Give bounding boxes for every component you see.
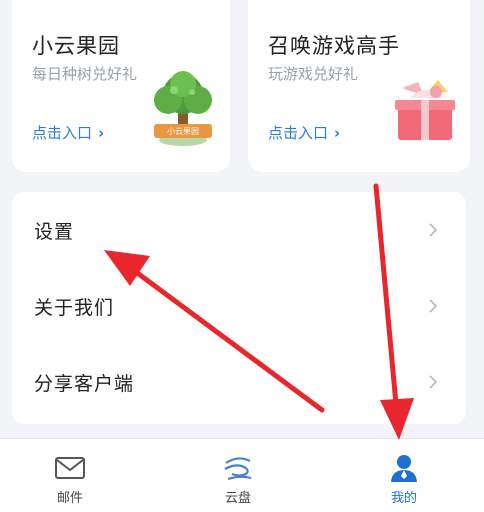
promo-link-label: 点击入口: [268, 124, 329, 142]
cloud-icon: [224, 457, 252, 481]
settings-item-label: 分享客户端: [34, 372, 135, 395]
nav-label: 邮件: [56, 491, 83, 506]
settings-item-settings[interactable]: 设置: [12, 192, 466, 268]
promo-card-orchard[interactable]: 小云果园 每日种树兑好礼 点击入口 › 小云果园: [12, 0, 230, 172]
settings-item-share[interactable]: 分享客户端: [12, 344, 466, 420]
nav-label: 我的: [390, 491, 417, 506]
promo-description: 玩游戏兑好礼: [268, 65, 359, 83]
chevron-right-icon: [429, 223, 438, 237]
settings-item-about[interactable]: 关于我们: [12, 268, 466, 344]
promo-title: 小云果园: [32, 34, 120, 58]
tree-icon: 小云果园: [150, 70, 216, 152]
promo-link-label: 点击入口: [32, 124, 93, 142]
nav-item-cloud[interactable]: 云盘: [178, 439, 298, 512]
promo-art-badge: 小云果园: [167, 127, 199, 136]
promo-description: 每日种树兑好礼: [32, 65, 138, 83]
chevron-right-icon: [429, 375, 438, 389]
app-screen: 小云果园 每日种树兑好礼 点击入口 › 小云果园 召唤游戏高手 玩游戏兑好礼 点…: [0, 0, 484, 512]
promo-entry-link[interactable]: 点击入口 ›: [268, 122, 340, 143]
settings-list: 设置 关于我们 分享客户端: [12, 192, 466, 424]
user-icon: [391, 455, 417, 482]
promo-title: 召唤游戏高手: [268, 34, 400, 58]
gift-box-icon: [390, 78, 460, 148]
nav-label: 云盘: [224, 491, 251, 506]
nav-item-mail[interactable]: 邮件: [10, 439, 130, 512]
chevron-right-icon: [429, 299, 438, 313]
nav-item-mine[interactable]: 我的: [344, 439, 464, 512]
mail-icon: [55, 457, 85, 479]
bottom-nav: 邮件 云盘 我的: [0, 438, 484, 512]
settings-item-label: 设置: [34, 220, 75, 243]
chevron-right-icon: ›: [98, 123, 105, 142]
settings-item-label: 关于我们: [34, 296, 115, 319]
chevron-right-icon: ›: [334, 123, 341, 142]
promo-card-game[interactable]: 召唤游戏高手 玩游戏兑好礼 点击入口 ›: [248, 0, 470, 172]
promo-entry-link[interactable]: 点击入口 ›: [32, 122, 104, 143]
